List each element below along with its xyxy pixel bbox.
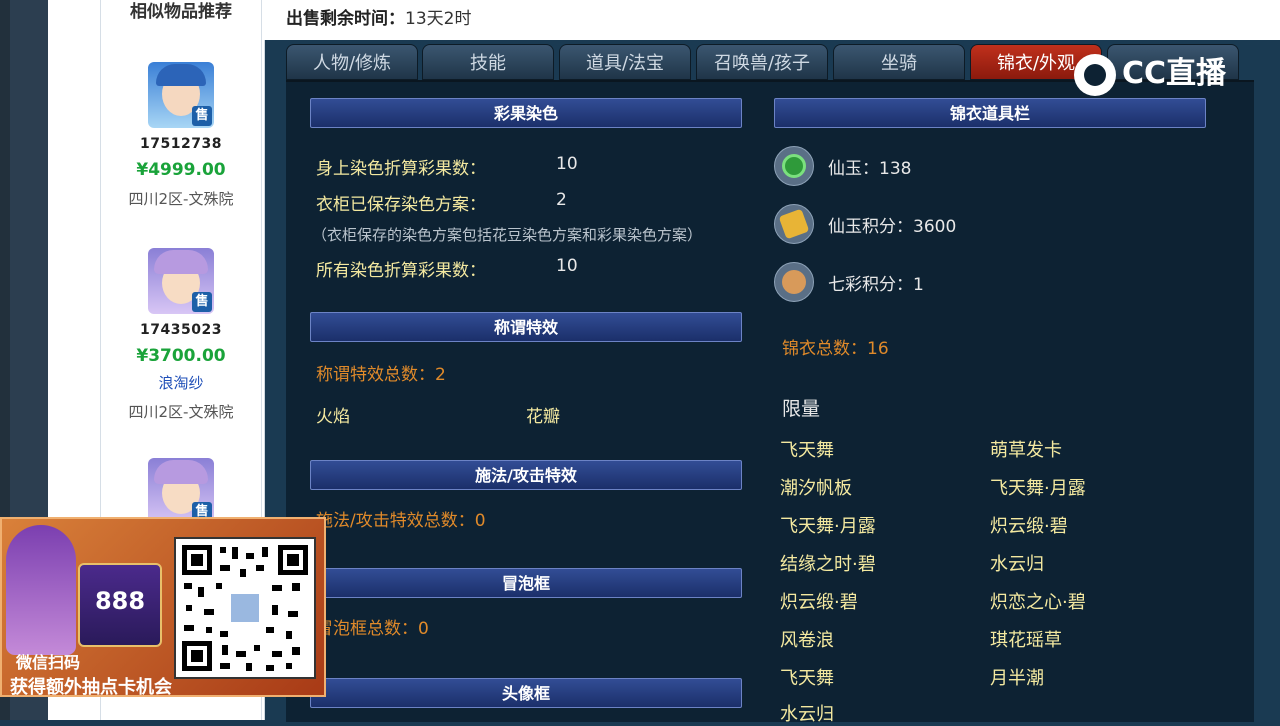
spell-effect-total: 施法/攻击特效总数：0 bbox=[316, 511, 486, 531]
item-extra: 浪淘纱 bbox=[158, 374, 204, 392]
costume-content: 彩果染色 身上染色折算彩果数： 10 衣柜已保存染色方案： 2 （衣柜保存的染色… bbox=[286, 80, 1254, 725]
cc-watermark-small: CC直播 bbox=[1226, 13, 1274, 29]
limited-label: 限量 bbox=[782, 398, 821, 420]
sell-badge: 售 bbox=[192, 106, 212, 126]
remaining-time-value: 13天2时 bbox=[405, 9, 472, 29]
jade-icon bbox=[774, 146, 814, 186]
similar-items-title: 相似物品推荐 bbox=[130, 2, 232, 22]
costume-bar-header: 锦衣道具栏 bbox=[774, 98, 1206, 128]
bubble-header: 冒泡框 bbox=[310, 568, 742, 598]
remaining-time: 出售剩余时间：13天2时 bbox=[286, 4, 471, 29]
dye-row-value: 10 bbox=[556, 154, 578, 174]
title-effect-total: 称谓特效总数：2 bbox=[316, 365, 446, 385]
avatar[interactable]: 售 bbox=[148, 248, 214, 314]
title-effect-item: 火焰 bbox=[316, 407, 350, 427]
dye-row-label: 衣柜已保存染色方案： bbox=[316, 195, 486, 215]
dye-note: （衣柜保存的染色方案包括花豆染色方案和彩果染色方案） bbox=[312, 226, 703, 244]
similar-item-1[interactable]: 售 17512738 ¥4999.00 四川2区-文殊院 bbox=[101, 62, 261, 209]
limited-item[interactable]: 结缘之时·碧 bbox=[780, 550, 876, 576]
limited-item[interactable]: 水云归 bbox=[780, 700, 834, 726]
limited-item[interactable]: 飞天舞·月露 bbox=[990, 474, 1086, 500]
rainbow-points-icon bbox=[774, 262, 814, 302]
qr-code-graphic bbox=[182, 545, 308, 671]
limited-item[interactable]: 月半潮 bbox=[990, 664, 1044, 690]
remaining-time-label: 出售剩余时间： bbox=[286, 9, 405, 29]
dye-header: 彩果染色 bbox=[310, 98, 742, 128]
limited-item[interactable]: 炽云缎·碧 bbox=[780, 588, 858, 614]
dye-row-value: 2 bbox=[556, 190, 567, 210]
tab-mounts[interactable]: 坐骑 bbox=[833, 44, 965, 80]
similar-item-3[interactable]: 售 bbox=[101, 458, 261, 524]
bubble-total: 冒泡框总数：0 bbox=[316, 619, 429, 639]
jade-value: 仙玉：138 bbox=[828, 159, 912, 179]
dye-row-label: 身上染色折算彩果数： bbox=[316, 159, 486, 179]
promo-card-number: 888 bbox=[94, 587, 146, 615]
item-server: 四川2区-文殊院 bbox=[128, 403, 234, 421]
promo-character-image bbox=[6, 525, 76, 655]
title-effect-header: 称谓特效 bbox=[310, 312, 742, 342]
promo-overlay[interactable]: 888 微信扫码 获得额外抽点卡机会 bbox=[0, 517, 326, 698]
tab-items[interactable]: 道具/法宝 bbox=[559, 44, 691, 80]
promo-card: 888 bbox=[78, 563, 162, 647]
limited-item[interactable]: 潮汐帆板 bbox=[780, 474, 852, 500]
limited-item[interactable]: 风卷浪 bbox=[780, 626, 834, 652]
promo-line-1: 微信扫码 bbox=[16, 653, 81, 672]
spell-effect-header: 施法/攻击特效 bbox=[310, 460, 742, 490]
dye-row-value: 10 bbox=[556, 256, 578, 276]
cc-watermark-text: CC直播 bbox=[1122, 56, 1227, 91]
jade-points-value: 仙玉积分：3600 bbox=[828, 217, 957, 237]
item-price: ¥4999.00 bbox=[136, 160, 226, 180]
tab-character[interactable]: 人物/修炼 bbox=[286, 44, 418, 80]
similar-item-2[interactable]: 售 17435023 ¥3700.00 浪淘纱 四川2区-文殊院 bbox=[101, 248, 261, 422]
avatar-frame-header: 头像框 bbox=[310, 678, 742, 708]
costume-total: 锦衣总数：16 bbox=[782, 339, 889, 359]
rainbow-points-value: 七彩积分：1 bbox=[828, 275, 924, 295]
avatar[interactable]: 售 bbox=[148, 458, 214, 524]
avatar[interactable]: 售 bbox=[148, 62, 214, 128]
promo-line-2: 获得额外抽点卡机会 bbox=[10, 677, 172, 698]
tab-skills[interactable]: 技能 bbox=[422, 44, 554, 80]
cc-watermark: CC直播 bbox=[1074, 48, 1244, 96]
jade-points-icon bbox=[774, 204, 814, 244]
limited-item[interactable]: 琪花瑶草 bbox=[990, 626, 1062, 652]
limited-item[interactable]: 飞天舞 bbox=[780, 436, 834, 462]
limited-item[interactable]: 炽恋之心·碧 bbox=[990, 588, 1086, 614]
tab-pets[interactable]: 召唤兽/孩子 bbox=[696, 44, 828, 80]
limited-item[interactable]: 炽云缎·碧 bbox=[990, 512, 1068, 538]
limited-item[interactable]: 萌草发卡 bbox=[990, 436, 1062, 462]
limited-item[interactable]: 水云归 bbox=[990, 550, 1044, 576]
limited-item[interactable]: 飞天舞 bbox=[780, 664, 834, 690]
item-server: 四川2区-文殊院 bbox=[128, 190, 234, 208]
sell-badge: 售 bbox=[192, 292, 212, 312]
dye-row-label: 所有染色折算彩果数： bbox=[316, 261, 486, 281]
item-price: ¥3700.00 bbox=[136, 346, 226, 366]
item-id: 17512738 bbox=[140, 136, 222, 152]
header-bar: 出售剩余时间：13天2时 bbox=[264, 0, 1280, 40]
cc-logo-icon bbox=[1074, 53, 1116, 96]
item-id: 17435023 bbox=[140, 322, 222, 338]
limited-item[interactable]: 飞天舞·月露 bbox=[780, 512, 876, 538]
title-effect-item: 花瓣 bbox=[526, 407, 560, 427]
qr-code bbox=[174, 537, 316, 679]
